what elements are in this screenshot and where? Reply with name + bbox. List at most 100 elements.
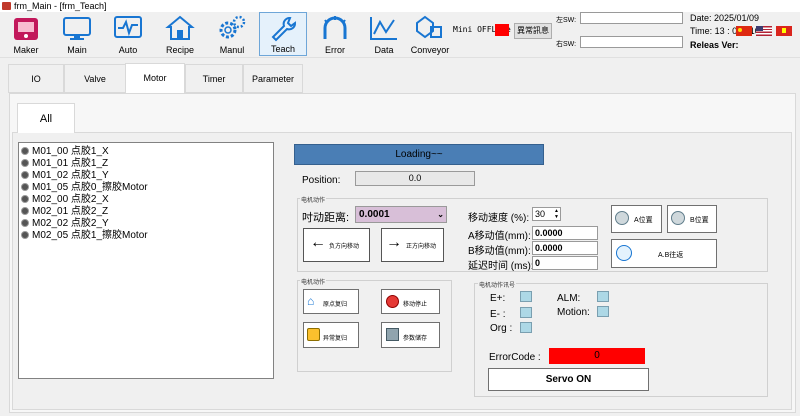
date-label: Date: 2025/01/09: [690, 13, 760, 23]
arrow-right-icon: →: [386, 234, 402, 251]
left-sw-label: 左SW:: [556, 17, 577, 24]
alarm-reset-button[interactable]: 异常复归: [303, 322, 359, 348]
org-label: Org :: [490, 323, 513, 334]
servo-on-button[interactable]: Servo ON: [488, 368, 649, 391]
release-version-label: Releas Ver:: [690, 40, 739, 50]
b-move-input[interactable]: 0.0000: [532, 241, 598, 255]
motor-gear-icon: [21, 171, 29, 179]
toolbar-manual-button[interactable]: Manul: [208, 12, 256, 56]
list-item[interactable]: M01_01 点胶1_Z: [21, 158, 108, 170]
a-move-input[interactable]: 0.0000: [532, 226, 598, 240]
us-flag-icon[interactable]: [756, 26, 772, 36]
tab-motor[interactable]: Motor: [125, 63, 185, 93]
vietnam-flag-icon[interactable]: [776, 26, 792, 36]
chart-icon: [370, 17, 397, 40]
a-position-icon: [615, 211, 629, 225]
motor-gear-icon: [21, 183, 29, 191]
e-minus-label: E- :: [490, 309, 506, 320]
tab-parameter[interactable]: Parameter: [243, 64, 303, 93]
chevron-down-icon: ⌄: [437, 210, 444, 219]
motor-gear-icon: [21, 147, 29, 155]
delay-time-input[interactable]: 0: [532, 256, 598, 270]
motion-group-title: 电机动作: [300, 195, 327, 204]
auto-icon: [114, 16, 142, 38]
window-title: frm_Main - [frm_Teach]: [14, 1, 107, 11]
org-indicator: [520, 322, 532, 333]
motor-gear-icon: [21, 207, 29, 215]
china-flag-icon[interactable]: [736, 26, 752, 36]
ab-roundtrip-button[interactable]: A.B往返: [611, 239, 717, 268]
speed-label: 移动速度 (%):: [468, 213, 530, 224]
conveyor-icon: [416, 15, 442, 39]
signal-group-title: 电机动作讯号: [478, 280, 517, 289]
main-toolbar: Maker Main Auto Recipe Manul Teach Error…: [0, 12, 800, 58]
toolbar-data-button[interactable]: Data: [360, 12, 408, 56]
left-sw-field[interactable]: [580, 12, 683, 24]
right-sw-field[interactable]: [580, 36, 683, 48]
motor-list[interactable]: M01_00 点胶1_X M01_01 点胶1_Z M01_02 点胶1_Y M…: [18, 142, 274, 379]
toolbar-error-button[interactable]: Error: [311, 12, 359, 56]
e-minus-indicator: [520, 307, 532, 318]
home-return-button[interactable]: ⌂ 原点复归: [303, 289, 359, 314]
list-item[interactable]: M01_05 点胶0_擦胶Motor: [21, 182, 148, 194]
list-item[interactable]: M02_02 点胶2_Y: [21, 218, 109, 230]
error-code-label: ErrorCode :: [489, 352, 541, 363]
recipe-icon: [165, 15, 195, 40]
speed-stepper[interactable]: 30 ▲ ▼: [532, 207, 561, 221]
reset-icon: [307, 328, 320, 341]
delay-time-label: 延迟时间 (ms):: [468, 261, 534, 272]
alm-label: ALM:: [557, 293, 581, 304]
toolbar-recipe-button[interactable]: Recipe: [156, 12, 204, 56]
b-position-icon: [671, 211, 685, 225]
list-item[interactable]: M01_02 点胶1_Y: [21, 170, 109, 182]
tab-all[interactable]: All: [17, 103, 75, 133]
motor-gear-icon: [21, 219, 29, 227]
alarm-message-button[interactable]: 異常訊息: [514, 23, 552, 39]
motor-gear-icon: [21, 195, 29, 203]
a-position-button[interactable]: A位置: [611, 205, 662, 233]
save-icon: [386, 328, 399, 341]
motion-label: Motion:: [557, 307, 590, 318]
app-icon: [2, 2, 11, 10]
wrench-icon: [271, 17, 296, 42]
stop-icon: [386, 295, 399, 308]
toolbar-conveyor-button[interactable]: Conveyor: [405, 12, 455, 56]
save-params-button[interactable]: 参数储存: [381, 322, 440, 348]
a-move-label: A移动值(mm):: [468, 231, 531, 242]
tab-io[interactable]: IO: [8, 64, 64, 93]
toolbar-teach-button[interactable]: Teach: [259, 12, 307, 56]
jog-distance-select[interactable]: 0.0001 ⌄: [355, 206, 447, 223]
spin-arrows-icon[interactable]: ▲ ▼: [554, 208, 559, 220]
e-plus-indicator: [520, 291, 532, 302]
b-position-button[interactable]: B位置: [667, 205, 717, 233]
error-code-value: 0: [549, 348, 645, 364]
tab-timer[interactable]: Timer: [185, 64, 243, 93]
list-item[interactable]: M01_00 点胶1_X: [21, 146, 109, 158]
gears-icon: [219, 15, 246, 39]
right-sw-label: 右SW:: [556, 41, 577, 48]
list-item[interactable]: M02_01 点胶2_Z: [21, 206, 108, 218]
list-item[interactable]: M02_05 点胶1_擦胶Motor: [21, 230, 148, 242]
toolbar-main-button[interactable]: Main: [53, 12, 101, 56]
roundtrip-icon: [616, 245, 632, 261]
motor-gear-icon: [21, 159, 29, 167]
negative-move-button[interactable]: ← 负方向移动: [303, 228, 370, 262]
maker-icon: [14, 18, 38, 40]
position-value: 0.0: [355, 171, 475, 186]
toolbar-auto-button[interactable]: Auto: [104, 12, 152, 56]
loading-bar: Loading~~: [294, 144, 544, 165]
mini-status-indicator: [495, 24, 509, 36]
list-item[interactable]: M02_00 点胶2_X: [21, 194, 109, 206]
alm-indicator: [597, 291, 609, 302]
motor-gear-icon: [21, 231, 29, 239]
motion-indicator: [597, 306, 609, 317]
monitor-icon: [63, 17, 91, 40]
home-icon: ⌂: [307, 294, 315, 308]
tab-valve[interactable]: Valve: [64, 64, 126, 93]
stop-move-button[interactable]: 移动停止: [381, 289, 440, 314]
position-label: Position:: [302, 175, 341, 186]
b-move-label: B移动值(mm):: [468, 246, 531, 257]
toolbar-maker-button[interactable]: Maker: [2, 12, 50, 56]
positive-move-button[interactable]: → 正方向移动: [381, 228, 444, 262]
jog-distance-label: 吋动距离:: [302, 212, 350, 224]
